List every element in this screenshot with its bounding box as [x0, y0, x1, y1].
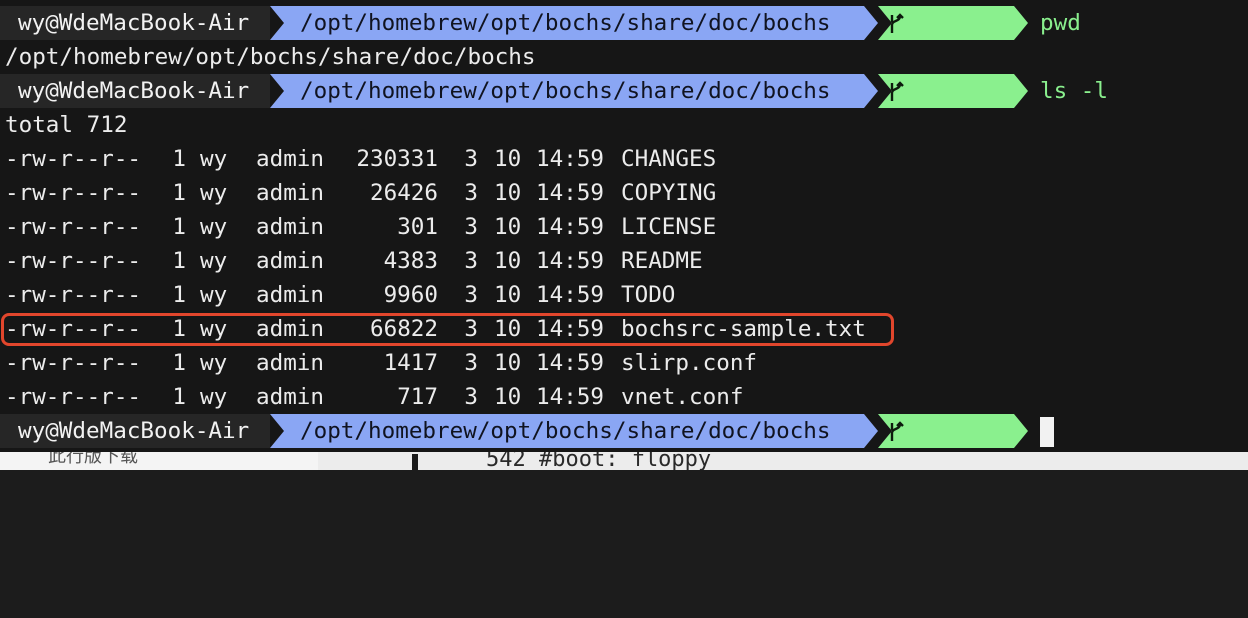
file-size: 4383	[383, 248, 438, 274]
file-group: admin	[256, 384, 325, 410]
file-day: 10	[494, 214, 522, 240]
file-name: CHANGES	[621, 146, 717, 172]
terminal-window[interactable]: wy@WdeMacBook-Air /opt/homebrew/opt/boch…	[0, 0, 1248, 452]
prompt-line-3: wy@WdeMacBook-Air /opt/homebrew/opt/boch…	[0, 414, 1248, 448]
prompt-line-2: wy@WdeMacBook-Air /opt/homebrew/opt/boch…	[0, 74, 1248, 108]
file-name: slirp.conf	[621, 350, 758, 376]
file-owner: wy	[200, 384, 228, 410]
file-group: admin	[256, 214, 325, 240]
git-branch-icon	[890, 421, 904, 441]
file-size: 301	[397, 214, 438, 240]
file-time: 14:59	[536, 350, 605, 376]
background-window: 此行版下载 542 #boot: floppy	[0, 452, 1248, 470]
table-row: -rw-r--r-- 1 wy admin 717 3 10 14:59 vnet.conf	[0, 380, 1248, 414]
file-perms: -rw-r--r--	[5, 282, 142, 308]
file-name: vnet.conf	[621, 384, 744, 410]
file-size: 717	[397, 384, 438, 410]
background-sidebar-text: 此行版下载	[48, 452, 138, 467]
file-perms: -rw-r--r--	[5, 146, 142, 172]
prompt-git-segment: master	[878, 74, 1028, 108]
background-editor-text: 542 #boot: floppy	[486, 452, 712, 470]
table-row: -rw-r--r-- 1 wy admin 9960 3 10 14:59 TODO	[0, 278, 1248, 312]
file-owner: wy	[200, 146, 228, 172]
file-time: 14:59	[536, 180, 605, 206]
file-time: 14:59	[536, 384, 605, 410]
background-sidebar: 此行版下载	[0, 452, 318, 470]
file-perms: -rw-r--r--	[5, 350, 142, 376]
file-month: 3	[464, 350, 478, 376]
file-group: admin	[256, 350, 325, 376]
table-row: -rw-r--r-- 1 wy admin 26426 3 10 14:59 COPYING	[0, 176, 1248, 210]
file-day: 10	[494, 282, 522, 308]
file-size: 230331	[356, 146, 438, 172]
file-name: COPYING	[621, 180, 717, 206]
file-month: 3	[464, 248, 478, 274]
file-time: 14:59	[536, 214, 605, 240]
file-owner: wy	[200, 248, 228, 274]
file-group: admin	[256, 282, 325, 308]
file-time: 14:59	[536, 282, 605, 308]
git-branch-icon	[890, 81, 904, 101]
file-day: 10	[494, 350, 522, 376]
prompt-branch-label: master	[995, 44, 1078, 70]
prompt-user-segment: wy@WdeMacBook-Air	[0, 6, 270, 40]
file-owner: wy	[200, 350, 228, 376]
file-group: admin	[256, 248, 325, 274]
file-links: 1	[172, 214, 186, 240]
prompt-user-segment: wy@WdeMacBook-Air	[0, 414, 270, 448]
file-name: TODO	[621, 282, 676, 308]
file-month: 3	[464, 146, 478, 172]
file-links: 1	[172, 248, 186, 274]
ls-total: total 712	[5, 112, 128, 138]
background-cursor-bar	[412, 454, 418, 470]
file-name: README	[621, 248, 703, 274]
file-links: 1	[172, 180, 186, 206]
file-links: 1	[172, 384, 186, 410]
table-row: -rw-r--r-- 1 wy admin 1417 3 10 14:59 slirp.conf	[0, 346, 1248, 380]
file-time: 14:59	[536, 146, 605, 172]
prompt-line-1: wy@WdeMacBook-Air /opt/homebrew/opt/boch…	[0, 6, 1248, 40]
file-month: 3	[464, 180, 478, 206]
file-group: admin	[256, 146, 325, 172]
prompt-branch-label: master	[995, 112, 1078, 138]
prompt-path-segment: /opt/homebrew/opt/bochs/share/doc/bochs	[270, 6, 878, 40]
command-text: pwd	[1040, 10, 1081, 36]
file-size: 1417	[383, 350, 438, 376]
table-row: -rw-r--r-- 1 wy admin 230331 3 10 14:59 CHANGES	[0, 142, 1248, 176]
file-links: 1	[172, 350, 186, 376]
file-size: 9960	[383, 282, 438, 308]
prompt-git-segment: master	[878, 6, 1028, 40]
git-branch-icon	[890, 13, 904, 33]
file-day: 10	[494, 248, 522, 274]
file-month: 3	[464, 282, 478, 308]
file-size: 26426	[369, 180, 438, 206]
file-owner: wy	[200, 214, 228, 240]
file-perms: -rw-r--r--	[5, 214, 142, 240]
text-cursor[interactable]	[1040, 417, 1054, 447]
prompt-path-segment: /opt/homebrew/opt/bochs/share/doc/bochs	[270, 74, 878, 108]
table-row: -rw-r--r-- 1 wy admin 4383 3 10 14:59 README	[0, 244, 1248, 278]
file-owner: wy	[200, 180, 228, 206]
file-perms: -rw-r--r--	[5, 180, 142, 206]
table-row: -rw-r--r-- 1 wy admin 301 3 10 14:59 LICENSE	[0, 210, 1248, 244]
file-day: 10	[494, 146, 522, 172]
prompt-path-segment: /opt/homebrew/opt/bochs/share/doc/bochs	[270, 414, 878, 448]
file-time: 14:59	[536, 248, 605, 274]
file-links: 1	[172, 282, 186, 308]
file-group: admin	[256, 180, 325, 206]
file-links: 1	[172, 146, 186, 172]
command-text: ls -l	[1040, 78, 1109, 104]
file-owner: wy	[200, 282, 228, 308]
file-day: 10	[494, 384, 522, 410]
file-perms: -rw-r--r--	[5, 248, 142, 274]
highlight-box	[1, 313, 894, 346]
file-name: LICENSE	[621, 214, 717, 240]
file-day: 10	[494, 180, 522, 206]
file-perms: -rw-r--r--	[5, 384, 142, 410]
file-month: 3	[464, 384, 478, 410]
prompt-git-segment: master	[878, 414, 1028, 448]
pwd-output: /opt/homebrew/opt/bochs/share/doc/bochs	[5, 44, 536, 70]
prompt-user-segment: wy@WdeMacBook-Air	[0, 74, 270, 108]
file-month: 3	[464, 214, 478, 240]
